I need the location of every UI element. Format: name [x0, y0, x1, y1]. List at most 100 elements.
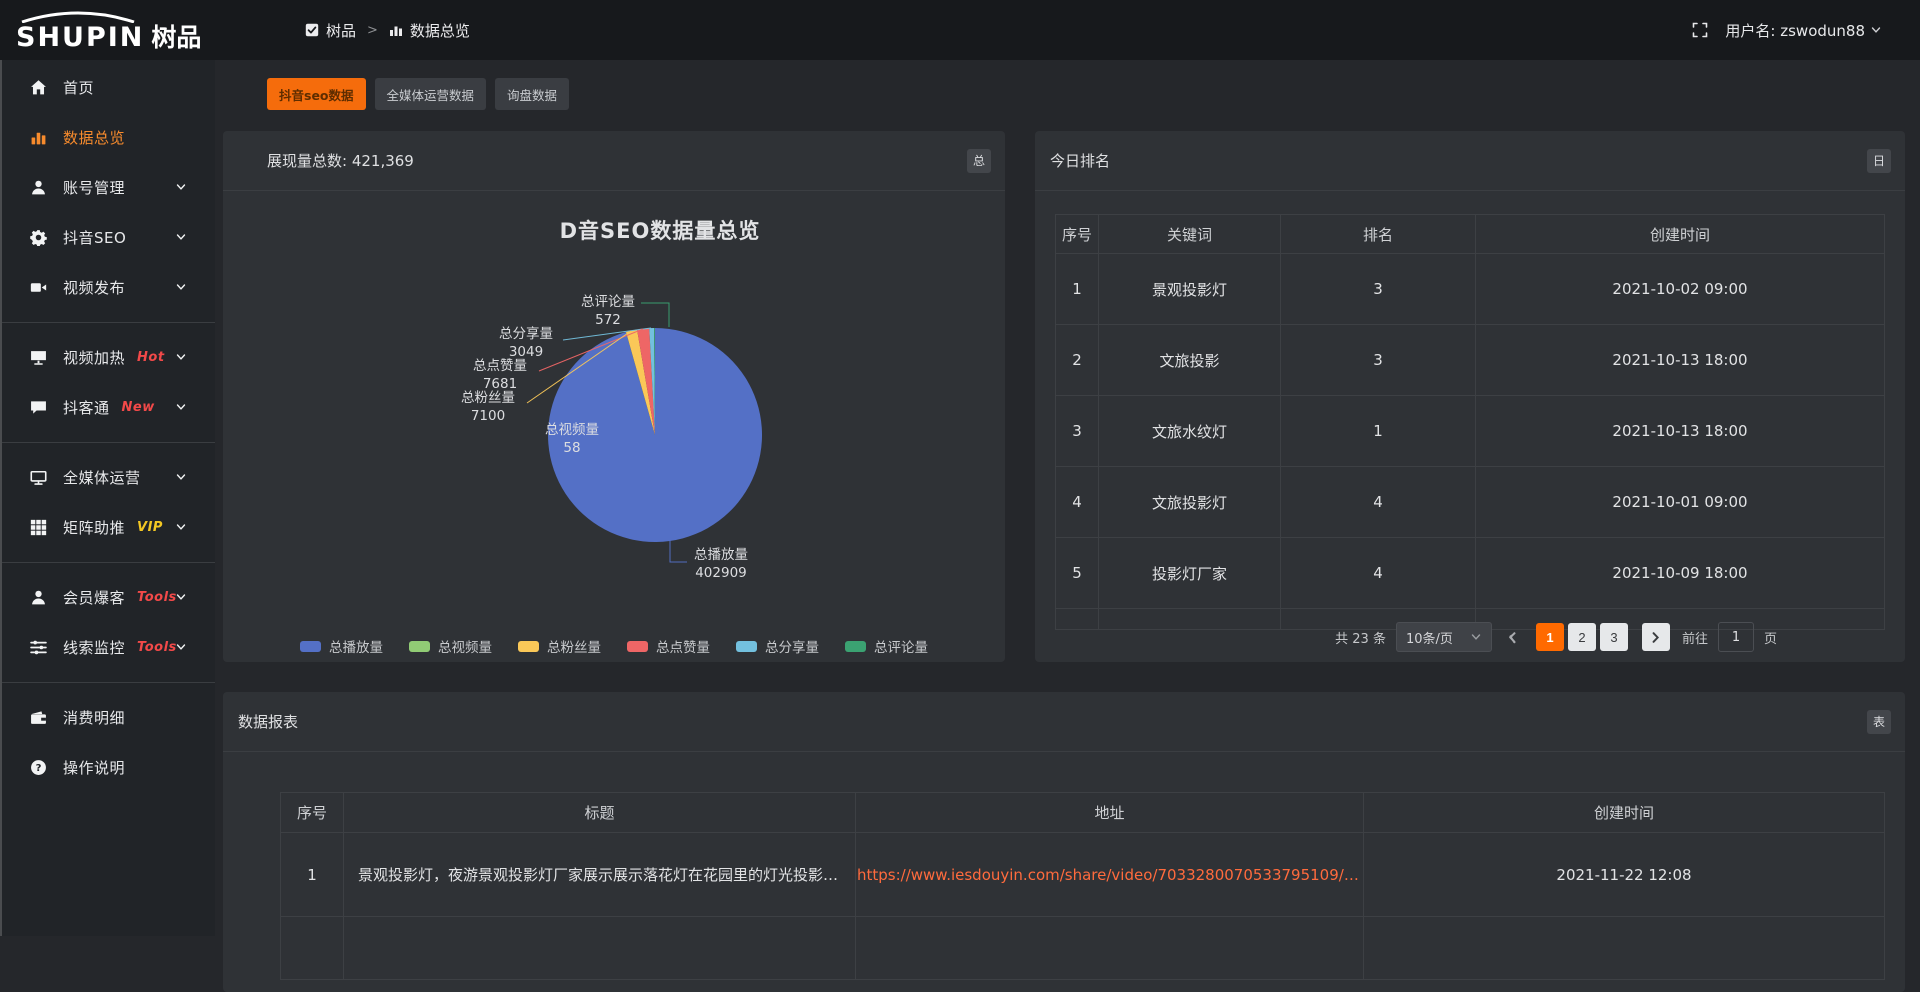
chart-title: D音SEO数据量总览: [360, 215, 960, 245]
sidebar-item-label: 矩阵助推: [63, 517, 125, 538]
table-cell-empty: [281, 917, 344, 980]
sidebar-item-grid[interactable]: 矩阵助推 VIP: [2, 502, 215, 552]
table-row[interactable]: 1景观投影灯，夜游景观投影灯厂家展示展示落花灯在花园里的灯光投影应用效果 #ht…: [281, 833, 1885, 917]
sidebar-item-gear[interactable]: 抖音SEO: [2, 212, 215, 262]
column-header: 创建时间: [1476, 215, 1885, 254]
person-icon: [28, 589, 48, 606]
table-cell-empty: [1099, 609, 1281, 630]
page-3-button[interactable]: 3: [1600, 623, 1628, 651]
fullscreen-icon[interactable]: [1692, 22, 1708, 38]
sidebar-item-label: 线索监控: [63, 637, 125, 658]
table-cell-empty: [1364, 917, 1885, 980]
ranking-table: 序号关键词排名创建时间 1景观投影灯32021-10-02 09:002文旅投影…: [1055, 214, 1885, 630]
column-header: 标题: [344, 793, 856, 833]
table-badge[interactable]: 表: [1867, 710, 1891, 734]
sidebar-item-user[interactable]: 账号管理: [2, 162, 215, 212]
page-buttons: 123: [1534, 623, 1630, 651]
table-cell: 5: [1056, 538, 1099, 609]
grid-icon: [28, 519, 48, 536]
table-row[interactable]: 1景观投影灯32021-10-02 09:00: [1056, 254, 1885, 325]
app-logo[interactable]: SHUPIN 树品: [0, 6, 231, 54]
table-cell: 1: [1281, 396, 1476, 467]
report-link[interactable]: https://www.iesdouyin.com/share/video/70…: [856, 833, 1364, 917]
logo-arc-icon: [18, 11, 138, 23]
user-chevron-down-icon[interactable]: [1870, 24, 1882, 36]
logo-text-cn: 树品: [151, 18, 201, 54]
sidebar-divider: [2, 552, 215, 572]
report-index-cell: 1: [281, 833, 344, 917]
report-table-wrap: 序号标题地址创建时间 1景观投影灯，夜游景观投影灯厂家展示展示落花灯在花园里的灯…: [280, 792, 1885, 980]
sidebar-item-chat[interactable]: 抖客通New: [2, 382, 215, 432]
legend-item[interactable]: 总视频量: [409, 636, 492, 656]
sidebar-item-chart-bar[interactable]: 数据总览: [2, 112, 215, 162]
table-cell: 4: [1056, 467, 1099, 538]
impressions-total: 展现量总数: 421,369: [267, 150, 414, 171]
table-cell-empty: [856, 917, 1364, 980]
ranking-panel: 今日排名 日 序号关键词排名创建时间 1景观投影灯32021-10-02 09:…: [1035, 131, 1905, 662]
chat-icon: [28, 399, 48, 416]
legend-item[interactable]: 总播放量: [300, 636, 383, 656]
jump-suffix: 页: [1764, 628, 1777, 647]
tab-media-operation-data[interactable]: 全媒体运营数据: [375, 78, 487, 110]
legend-swatch: [627, 641, 648, 652]
username[interactable]: 用户名: zswodun88: [1725, 20, 1865, 41]
pie-slice-2: [626, 330, 655, 435]
table-row[interactable]: 4文旅投影灯42021-10-01 09:00: [1056, 467, 1885, 538]
legend-item[interactable]: 总评论量: [845, 636, 928, 656]
sidebar-item-label: 账号管理: [63, 177, 125, 198]
pagination-total: 共 23 条: [1335, 628, 1386, 647]
report-panel: 数据报表 表 序号标题地址创建时间 1景观投影灯，夜游景观投影灯厂家展示展示落花…: [223, 692, 1905, 992]
next-page-button[interactable]: [1642, 623, 1670, 651]
table-cell: 2021-10-13 18:00: [1476, 325, 1885, 396]
page-2-button[interactable]: 2: [1568, 623, 1596, 651]
table-cell: 投影灯厂家: [1099, 538, 1281, 609]
pie-label-shares: 总分享量 3049: [491, 326, 561, 362]
data-source-tabs: 抖音seo数据 全媒体运营数据 询盘数据: [267, 78, 569, 110]
legend-item[interactable]: 总粉丝量: [518, 636, 601, 656]
prev-page-button[interactable]: [1502, 631, 1524, 644]
sidebar-item-monitor[interactable]: 全媒体运营: [2, 452, 215, 502]
legend-swatch: [409, 641, 430, 652]
total-badge[interactable]: 总: [967, 149, 991, 173]
pagination: 共 23 条 10条/页 123 前往 页: [1335, 622, 1777, 652]
page-jump-input[interactable]: [1718, 622, 1754, 652]
column-header: 创建时间: [1364, 793, 1885, 833]
legend-item[interactable]: 总点赞量: [627, 636, 710, 656]
pie-label-fans: 总粉丝量 7100: [453, 390, 523, 426]
table-row[interactable]: 3文旅水纹灯12021-10-13 18:00: [1056, 396, 1885, 467]
table-row[interactable]: 5投影灯厂家42021-10-09 18:00: [1056, 538, 1885, 609]
breadcrumb-current: 数据总览: [410, 20, 470, 41]
sidebar-item-label: 视频加热: [63, 347, 125, 368]
legend-item[interactable]: 总分享量: [736, 636, 819, 656]
table-row[interactable]: 2文旅投影32021-10-13 18:00: [1056, 325, 1885, 396]
sidebar-item-person[interactable]: 会员爆客Tools: [2, 572, 215, 622]
column-header: 排名: [1281, 215, 1476, 254]
topbar: SHUPIN 树品 树品 > 数据总览 用户名: zswodun88: [0, 0, 1920, 60]
sidebar-item-help[interactable]: ?操作说明: [2, 742, 215, 792]
sliders-icon: [28, 639, 48, 656]
breadcrumb-root[interactable]: 树品: [326, 20, 356, 41]
sidebar-item-screen[interactable]: 视频加热Hot: [2, 332, 215, 382]
page-1-button[interactable]: 1: [1536, 623, 1564, 651]
sidebar-item-video[interactable]: 视频发布: [2, 262, 215, 312]
tab-douyin-seo-data[interactable]: 抖音seo数据: [267, 78, 366, 110]
breadcrumb-chart-icon: [389, 23, 403, 37]
tab-inquiry-data[interactable]: 询盘数据: [495, 78, 569, 110]
report-panel-header: 数据报表 表: [223, 692, 1905, 752]
day-badge[interactable]: 日: [1867, 149, 1891, 173]
sidebar-item-badge: VIP: [137, 520, 163, 535]
table-cell: 1: [1056, 254, 1099, 325]
page-size-select[interactable]: 10条/页: [1396, 622, 1492, 652]
sidebar-item-sliders[interactable]: 线索监控Tools: [2, 622, 215, 672]
chart-legend: 总播放量 总视频量 总粉丝量 总点赞量 总分享量 总评论量: [223, 636, 1005, 656]
sidebar-item-wallet[interactable]: 消费明细: [2, 692, 215, 742]
sidebar-item-label: 首页: [63, 77, 94, 98]
pie-slice-3: [637, 328, 655, 435]
pie-label-comments: 总评论量 572: [573, 294, 643, 330]
legend-label: 总视频量: [438, 636, 492, 656]
chevron-down-icon: [171, 641, 191, 653]
report-created-cell: 2021-11-22 12:08: [1364, 833, 1885, 917]
breadcrumb-root-icon: [305, 23, 319, 37]
user-icon: [28, 179, 48, 196]
sidebar-item-home[interactable]: 首页: [2, 62, 215, 112]
